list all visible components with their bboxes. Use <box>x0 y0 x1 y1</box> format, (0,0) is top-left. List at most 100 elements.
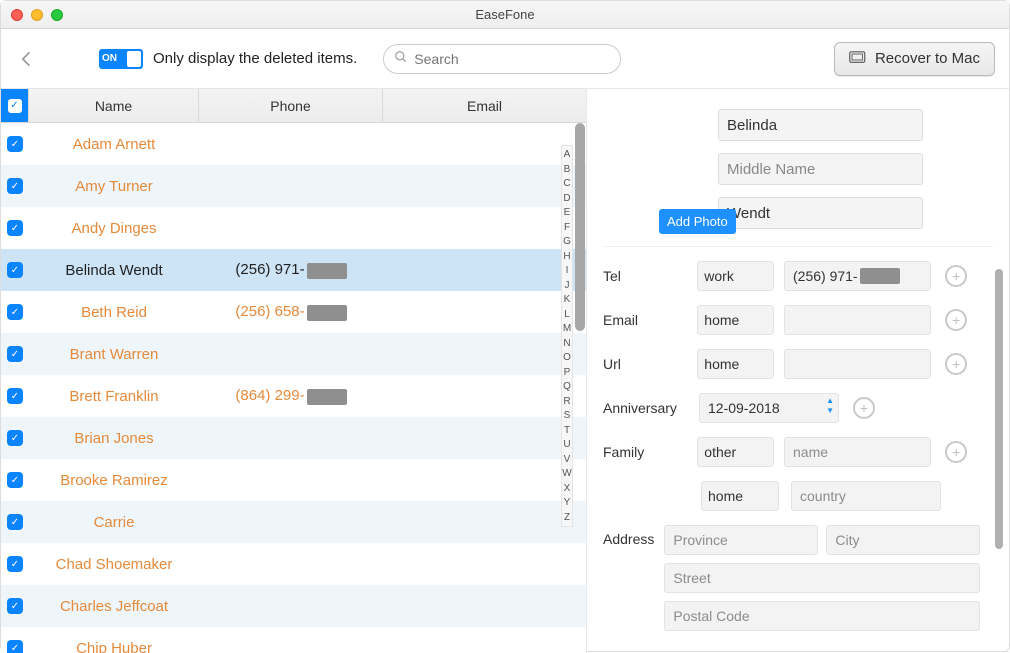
alpha-letter[interactable]: K <box>564 294 571 306</box>
family-name-field[interactable]: name <box>784 437 931 467</box>
row-name: Carrie <box>29 514 199 531</box>
close-window-button[interactable] <box>11 9 23 21</box>
detail-scrollbar[interactable] <box>995 269 1003 579</box>
row-checkbox[interactable] <box>7 472 23 488</box>
header-checkbox[interactable] <box>1 89 29 122</box>
alpha-letter[interactable]: L <box>564 309 570 321</box>
add-photo-button[interactable]: Add Photo <box>659 209 736 234</box>
search-field[interactable] <box>383 44 621 74</box>
alpha-letter[interactable]: D <box>563 193 570 205</box>
row-checkbox[interactable] <box>7 388 23 404</box>
table-scrollbar[interactable] <box>575 123 585 331</box>
table-row[interactable]: Chip Huber <box>1 627 586 653</box>
row-name: Belinda Wendt <box>29 262 199 279</box>
alpha-letter[interactable]: B <box>564 164 571 176</box>
anniversary-value[interactable]: 12-09-2018 ▲▼ <box>699 393 839 423</box>
address-city[interactable]: City <box>826 525 980 555</box>
alpha-letter[interactable]: Q <box>563 381 571 393</box>
alpha-letter[interactable]: U <box>563 439 570 451</box>
row-phone: (256) 658- <box>199 303 383 320</box>
middle-name-field[interactable]: Middle Name <box>718 153 923 185</box>
alpha-letter[interactable]: V <box>564 454 571 466</box>
url-type[interactable]: home <box>697 349 774 379</box>
url-value[interactable] <box>784 349 931 379</box>
minimize-window-button[interactable] <box>31 9 43 21</box>
back-button[interactable] <box>15 47 39 71</box>
alpha-letter[interactable]: A <box>564 149 571 161</box>
alpha-letter[interactable]: O <box>563 352 571 364</box>
table-row[interactable]: Amy Turner <box>1 165 586 207</box>
table-row[interactable]: Carrie <box>1 501 586 543</box>
table-row[interactable]: Brian Jones <box>1 417 586 459</box>
search-icon <box>394 50 408 67</box>
row-checkbox[interactable] <box>7 178 23 194</box>
alpha-letter[interactable]: S <box>564 410 571 422</box>
table-row[interactable]: Belinda Wendt(256) 971- <box>1 249 586 291</box>
tel-type[interactable]: work <box>697 261 774 291</box>
table-row[interactable]: Andy Dinges <box>1 207 586 249</box>
alpha-letter[interactable]: J <box>565 280 570 292</box>
alpha-letter[interactable]: I <box>566 265 569 277</box>
alpha-letter[interactable]: X <box>564 483 571 495</box>
alpha-letter[interactable]: Z <box>564 512 570 524</box>
alpha-letter[interactable]: M <box>563 323 571 335</box>
deleted-filter-toggle[interactable]: ON <box>99 49 143 69</box>
family-type[interactable]: other <box>697 437 774 467</box>
first-name-field[interactable]: Belinda <box>718 109 923 141</box>
header-name[interactable]: Name <box>29 89 199 122</box>
recover-button[interactable]: Recover to Mac <box>834 42 995 76</box>
alpha-letter[interactable]: T <box>564 425 570 437</box>
add-family-button[interactable]: + <box>945 441 967 463</box>
row-checkbox[interactable] <box>7 430 23 446</box>
table-row[interactable]: Brooke Ramirez <box>1 459 586 501</box>
table-row[interactable]: Charles Jeffcoat <box>1 585 586 627</box>
row-checkbox[interactable] <box>7 220 23 236</box>
alpha-letter[interactable]: R <box>563 396 570 408</box>
alpha-letter[interactable]: G <box>563 236 571 248</box>
contacts-table: Name Phone Email Adam ArnettAmy TurnerAn… <box>1 89 587 653</box>
add-tel-button[interactable]: + <box>945 265 967 287</box>
alpha-letter[interactable]: C <box>563 178 570 190</box>
tel-value[interactable]: (256) 971- <box>784 261 931 291</box>
row-name: Chad Shoemaker <box>29 556 199 573</box>
row-checkbox[interactable] <box>7 640 23 653</box>
search-input[interactable] <box>414 51 610 67</box>
add-email-button[interactable]: + <box>945 309 967 331</box>
email-type[interactable]: home <box>697 305 774 335</box>
table-row[interactable]: Beth Reid(256) 658- <box>1 291 586 333</box>
header-phone[interactable]: Phone <box>199 89 383 122</box>
add-url-button[interactable]: + <box>945 353 967 375</box>
table-row[interactable]: Brett Franklin(864) 299- <box>1 375 586 417</box>
row-checkbox[interactable] <box>7 514 23 530</box>
row-checkbox[interactable] <box>7 556 23 572</box>
row-checkbox[interactable] <box>7 346 23 362</box>
last-name-field[interactable]: Wendt <box>718 197 923 229</box>
address-type[interactable]: home <box>701 481 779 511</box>
address-postal[interactable]: Postal Code <box>664 601 980 631</box>
alpha-letter[interactable]: N <box>563 338 570 350</box>
alpha-letter[interactable]: P <box>564 367 571 379</box>
row-checkbox[interactable] <box>7 262 23 278</box>
table-row[interactable]: Brant Warren <box>1 333 586 375</box>
table-row[interactable]: Chad Shoemaker <box>1 543 586 585</box>
row-checkbox[interactable] <box>7 598 23 614</box>
address-province[interactable]: Province <box>664 525 818 555</box>
alpha-letter[interactable]: H <box>563 251 570 263</box>
alpha-letter[interactable]: F <box>564 222 570 234</box>
header-email[interactable]: Email <box>383 89 586 122</box>
row-checkbox[interactable] <box>7 304 23 320</box>
address-country[interactable]: country <box>791 481 941 511</box>
zoom-window-button[interactable] <box>51 9 63 21</box>
table-row[interactable]: Adam Arnett <box>1 123 586 165</box>
alpha-letter[interactable]: E <box>564 207 571 219</box>
date-stepper[interactable]: ▲▼ <box>826 397 834 415</box>
titlebar: EaseFone <box>1 1 1009 29</box>
address-street[interactable]: Street <box>664 563 980 593</box>
row-checkbox[interactable] <box>7 136 23 152</box>
alpha-index[interactable]: ABCDEFGHIJKLMNOPQRSTUVWXYZ <box>561 145 573 527</box>
email-value[interactable] <box>784 305 931 335</box>
alpha-letter[interactable]: W <box>562 468 571 480</box>
add-anniversary-button[interactable]: + <box>853 397 875 419</box>
alpha-letter[interactable]: Y <box>564 497 571 509</box>
masked-digits <box>860 268 900 284</box>
